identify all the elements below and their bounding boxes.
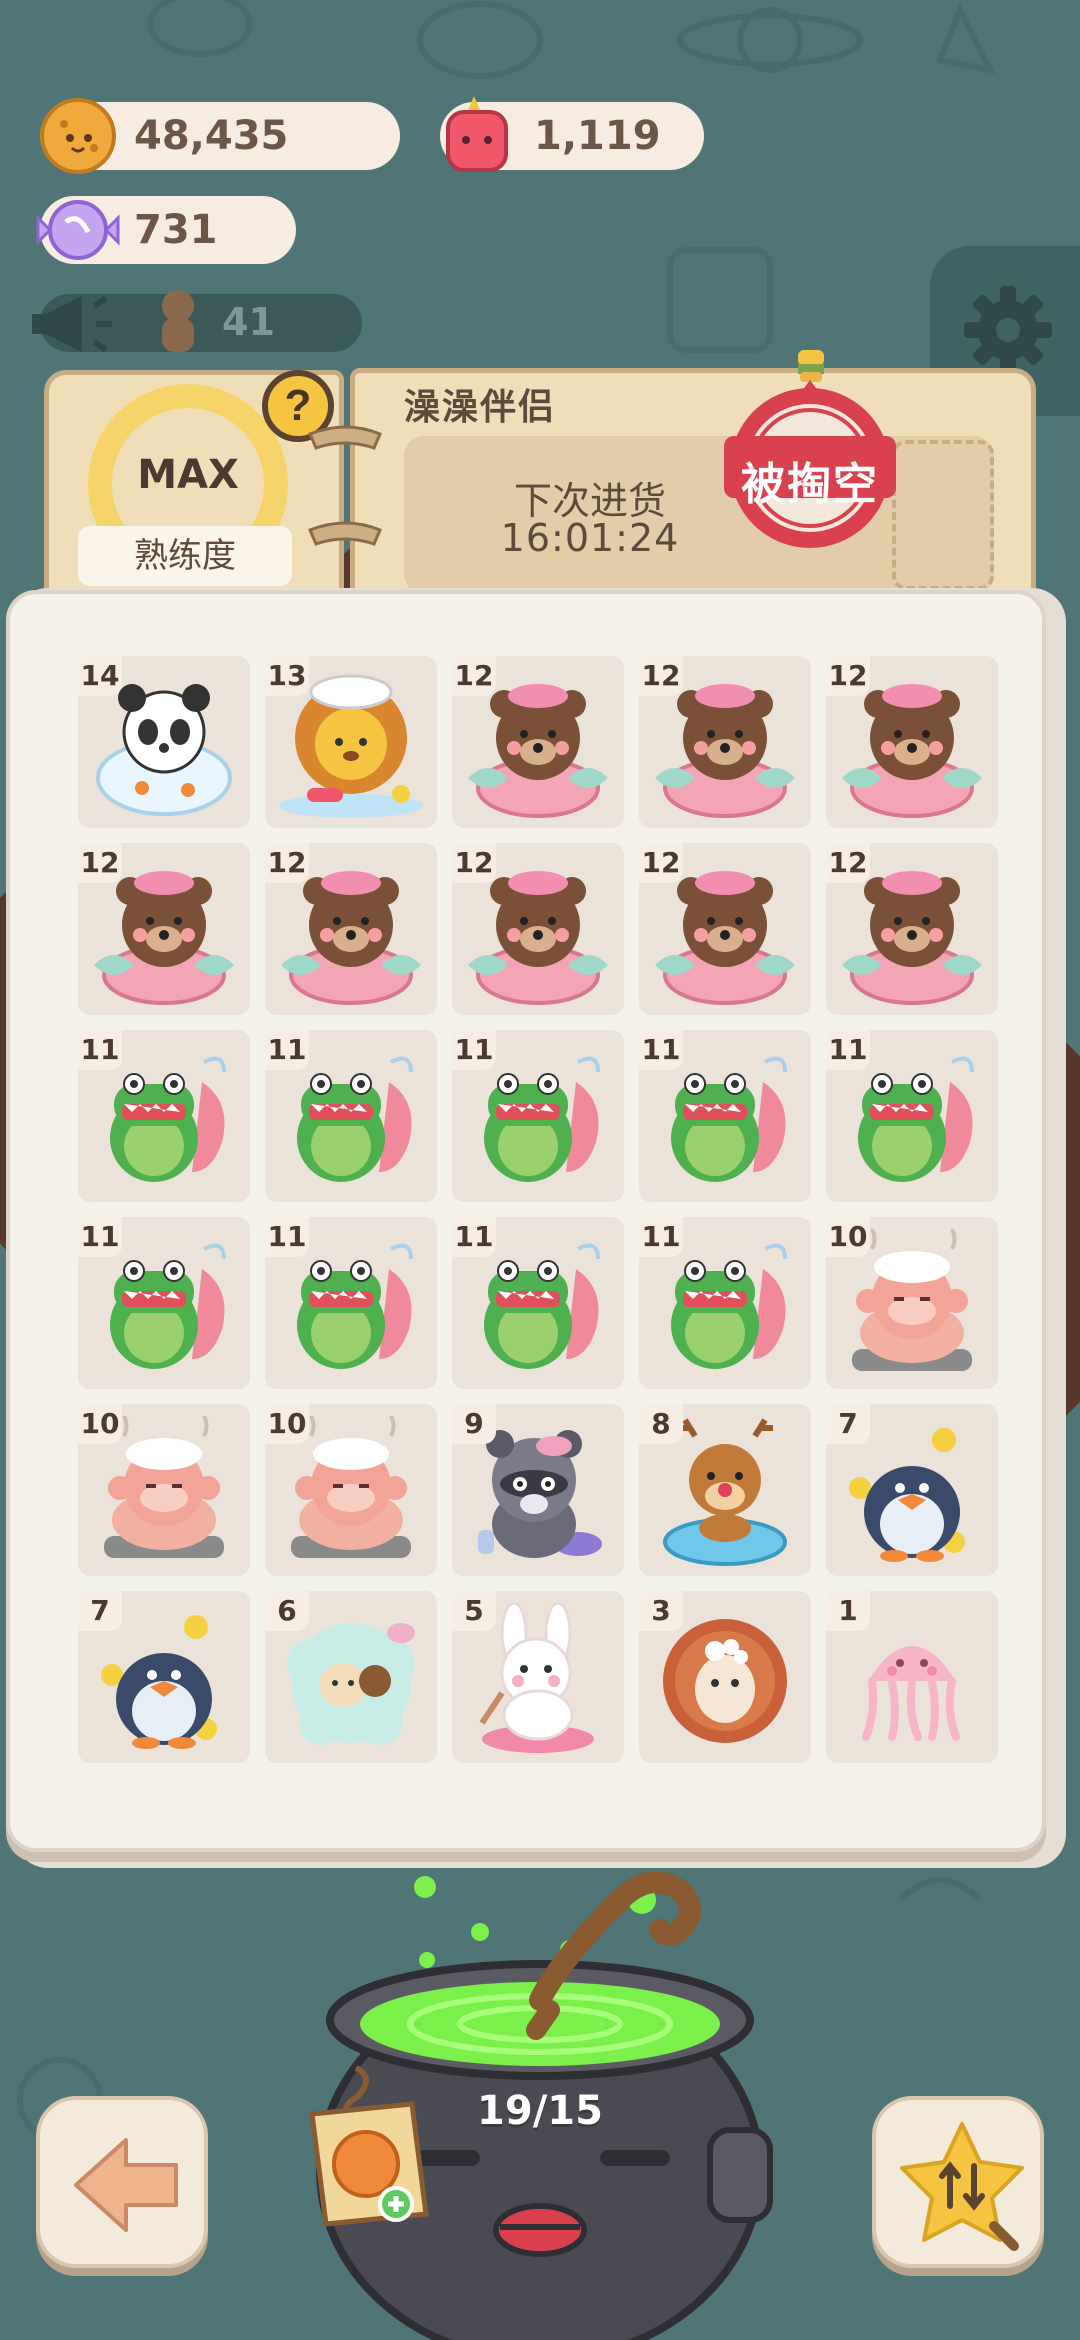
sort-button[interactable] xyxy=(872,2096,1044,2268)
visitor-count: 41 xyxy=(222,300,275,344)
item-slot[interactable]: 12 xyxy=(265,843,437,1015)
jam-counter[interactable]: 1,119 xyxy=(440,96,704,172)
item-slot[interactable]: 11 xyxy=(452,1217,624,1389)
item-level-badge: 11 xyxy=(639,1030,683,1070)
item-slot[interactable]: 11 xyxy=(265,1030,437,1202)
item-slot[interactable]: 14 xyxy=(78,656,250,828)
item-slot[interactable]: 8 xyxy=(639,1404,811,1576)
item-level-badge: 6 xyxy=(265,1591,309,1631)
item-level-badge: 12 xyxy=(452,843,496,883)
item-slot[interactable]: 12 xyxy=(639,656,811,828)
item-slot[interactable]: 11 xyxy=(639,1217,811,1389)
ingredient-tag[interactable] xyxy=(296,2064,436,2234)
item-slot[interactable]: 10 xyxy=(826,1217,998,1389)
item-level-badge: 3 xyxy=(639,1591,683,1631)
coin-counter[interactable]: 48,435 xyxy=(40,98,400,174)
item-slot[interactable]: 12 xyxy=(826,843,998,1015)
restock-timer: 16:01:24 xyxy=(500,516,680,560)
gear-icon[interactable] xyxy=(958,280,1058,380)
cauldron-counter: 19/15 xyxy=(477,2088,603,2134)
item-level-badge: 12 xyxy=(639,656,683,696)
cookie-coin-icon xyxy=(40,98,116,174)
item-level-badge: 11 xyxy=(265,1030,309,1070)
sold-out-label: 被掏空 xyxy=(741,460,879,509)
item-slot[interactable]: 3 xyxy=(639,1591,811,1763)
item-level-badge: 1 xyxy=(826,1591,870,1631)
item-level-badge: 5 xyxy=(452,1591,496,1631)
item-level-badge: 14 xyxy=(78,656,122,696)
item-level-badge: 11 xyxy=(639,1217,683,1257)
arrow-left-icon xyxy=(74,2138,178,2232)
item-level-badge: 11 xyxy=(78,1217,122,1257)
visitor-bar[interactable]: 41 xyxy=(32,290,362,353)
item-slot[interactable]: 7 xyxy=(826,1404,998,1576)
item-level-badge: 12 xyxy=(78,843,122,883)
item-slot[interactable]: 13 xyxy=(265,656,437,828)
item-slot[interactable]: 10 xyxy=(78,1404,250,1576)
item-level-badge: 12 xyxy=(639,843,683,883)
candy-counter[interactable]: 731 xyxy=(36,196,296,264)
item-level-badge: 10 xyxy=(826,1217,870,1257)
item-level-badge: 10 xyxy=(265,1404,309,1444)
megaphone-icon xyxy=(32,295,112,353)
item-slot[interactable]: 7 xyxy=(78,1591,250,1763)
item-level-badge: 9 xyxy=(452,1404,496,1444)
item-slot[interactable]: 11 xyxy=(452,1030,624,1202)
proficiency-level: MAX xyxy=(137,452,239,498)
empty-slot-outline xyxy=(892,440,994,590)
item-level-badge: 11 xyxy=(452,1030,496,1070)
item-level-badge: 11 xyxy=(452,1217,496,1257)
item-level-badge: 12 xyxy=(826,656,870,696)
item-level-badge: 12 xyxy=(265,843,309,883)
item-slot[interactable]: 12 xyxy=(78,843,250,1015)
jam-jar-icon xyxy=(446,96,508,172)
jam-amount: 1,119 xyxy=(534,113,661,159)
item-level-badge: 12 xyxy=(452,656,496,696)
candy-icon xyxy=(36,200,120,260)
item-slot[interactable]: 12 xyxy=(452,656,624,828)
item-slot[interactable]: 6 xyxy=(265,1591,437,1763)
item-level-badge: 13 xyxy=(265,656,309,696)
item-slot[interactable]: 12 xyxy=(826,656,998,828)
item-slot[interactable]: 11 xyxy=(639,1030,811,1202)
gingerbread-icon xyxy=(162,290,194,352)
item-level-badge: 10 xyxy=(78,1404,122,1444)
item-level-badge: 11 xyxy=(826,1030,870,1070)
item-grid: 14 13 12 12 12 12 12 12 12 12 11 11 11 11 11 11 11 11 11 10… xyxy=(78,656,998,1763)
item-level-badge: 11 xyxy=(78,1030,122,1070)
item-slot[interactable]: 9 xyxy=(452,1404,624,1576)
item-level-badge: 12 xyxy=(826,843,870,883)
item-level-badge: 7 xyxy=(78,1591,122,1631)
item-slot[interactable]: 11 xyxy=(265,1217,437,1389)
coin-amount: 48,435 xyxy=(134,113,289,159)
item-slot[interactable]: 11 xyxy=(826,1030,998,1202)
back-button[interactable] xyxy=(36,2096,208,2268)
item-slot[interactable]: 12 xyxy=(639,843,811,1015)
candy-amount: 731 xyxy=(134,207,218,253)
item-slot[interactable]: 1 xyxy=(826,1591,998,1763)
binder-ties xyxy=(308,425,382,546)
star-sort-icon xyxy=(900,2122,1024,2251)
proficiency-label: 熟练度 xyxy=(78,526,292,586)
item-slot[interactable]: 5 xyxy=(452,1591,624,1763)
item-level-badge: 11 xyxy=(265,1217,309,1257)
item-slot[interactable]: 12 xyxy=(452,843,624,1015)
item-slot[interactable]: 11 xyxy=(78,1217,250,1389)
item-slot[interactable]: 11 xyxy=(78,1030,250,1202)
item-level-badge: 8 xyxy=(639,1404,683,1444)
item-slot[interactable]: 10 xyxy=(265,1404,437,1576)
item-level-badge: 7 xyxy=(826,1404,870,1444)
shop-title: 澡澡伴侣 xyxy=(404,386,557,427)
